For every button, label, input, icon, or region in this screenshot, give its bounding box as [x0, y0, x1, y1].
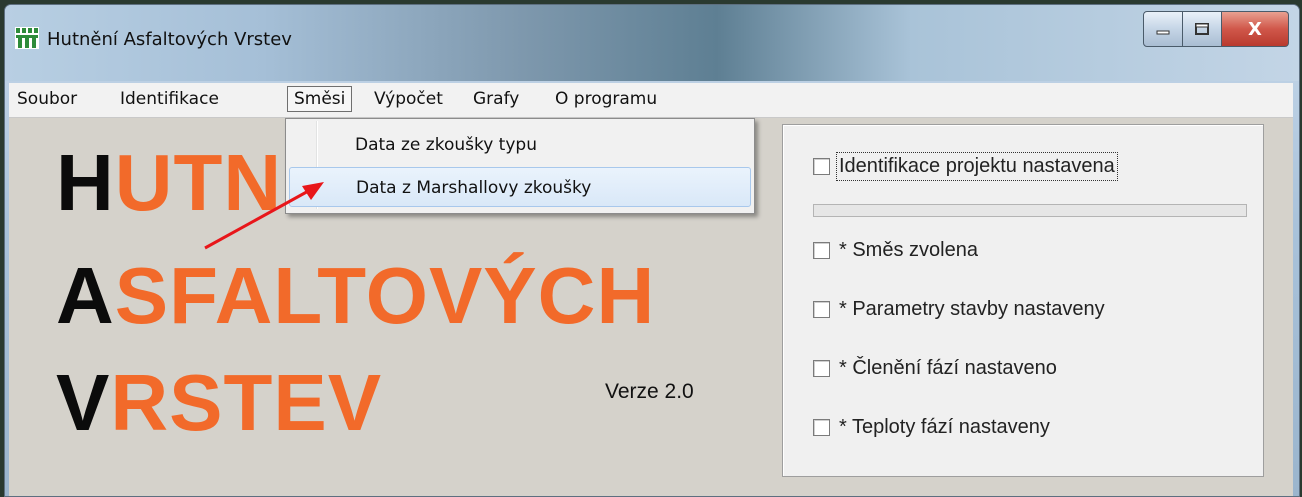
annotation-arrow-icon — [204, 182, 324, 250]
